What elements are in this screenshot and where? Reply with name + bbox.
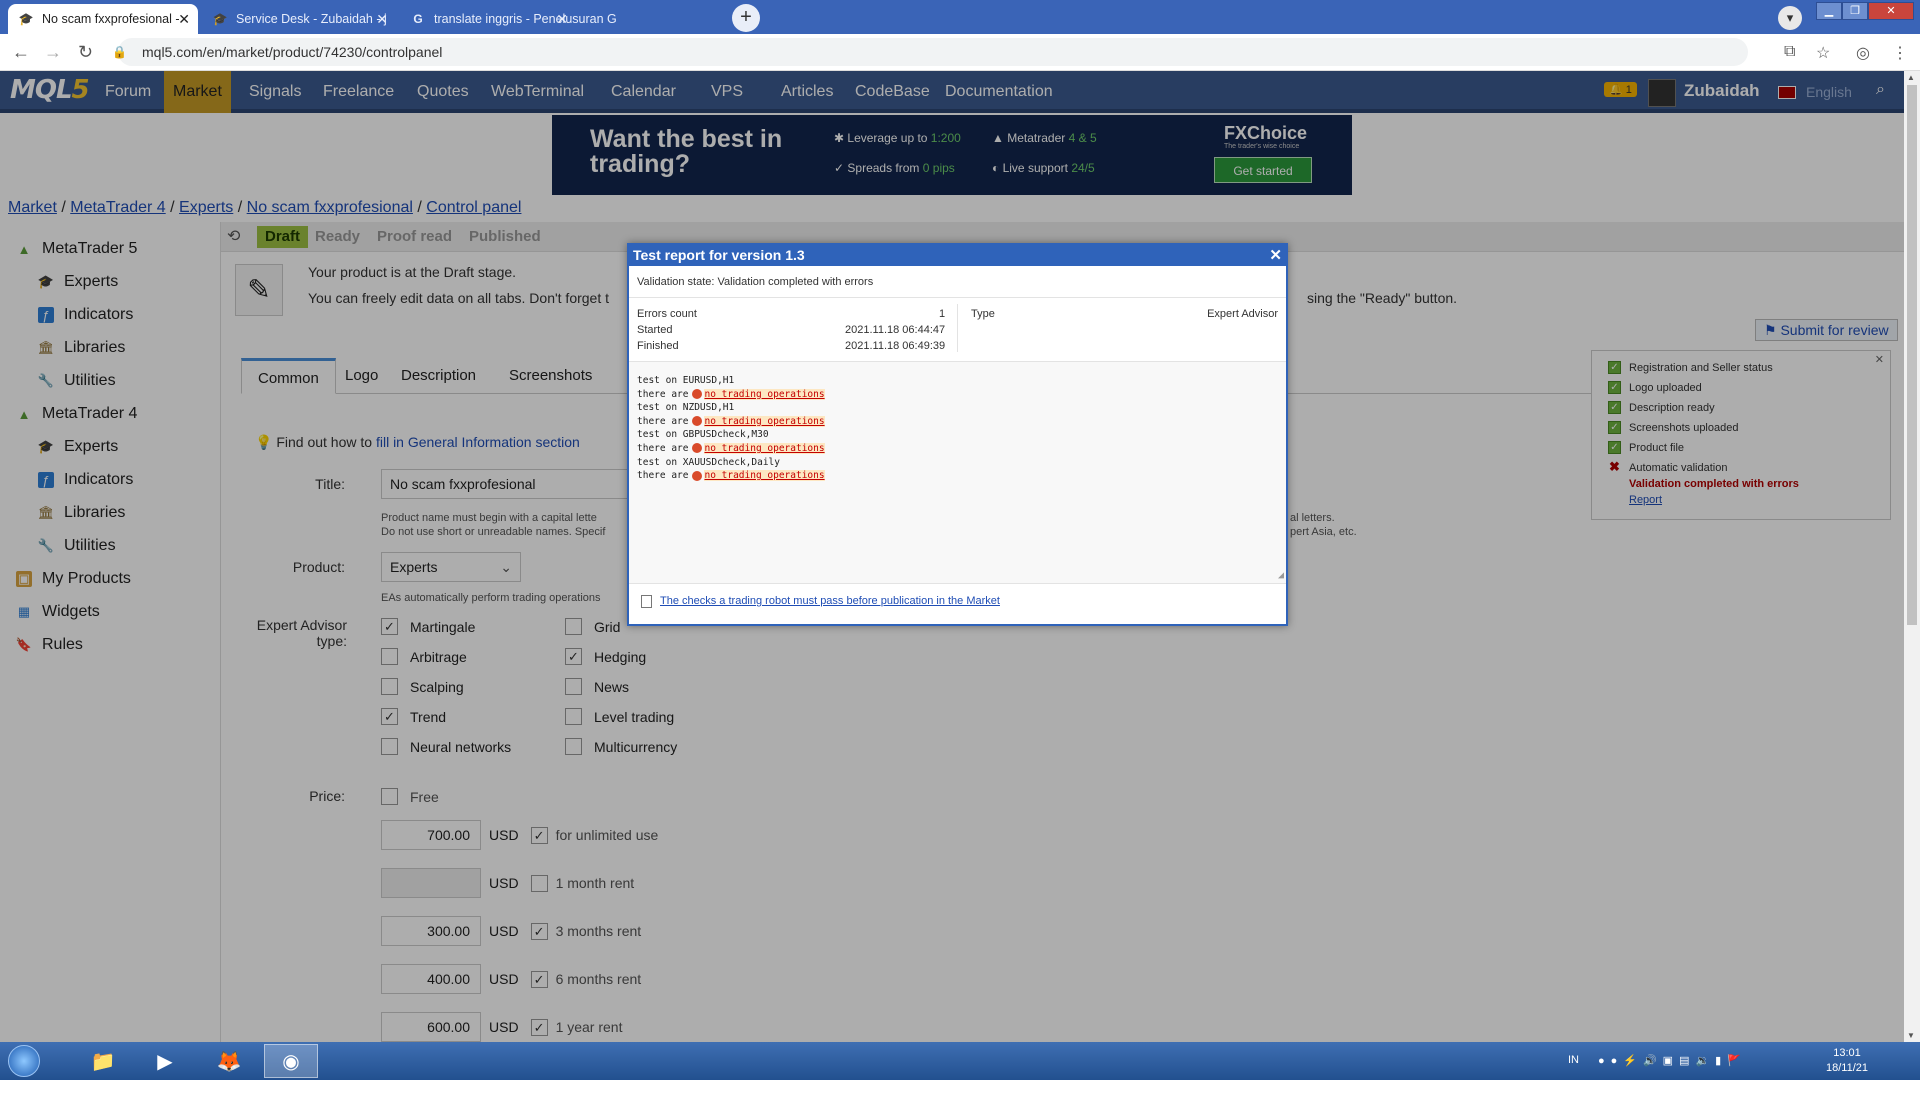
- resize-handle-icon[interactable]: ◢: [1278, 569, 1284, 583]
- google-icon: G: [413, 12, 423, 26]
- file-explorer-icon[interactable]: 📁: [76, 1044, 130, 1078]
- browser-tab-strip: 🎓 No scam fxxprofesional - MQL5 M ✕ 🎓 Se…: [0, 0, 1920, 34]
- mql5-favicon-icon: 🎓: [18, 12, 34, 26]
- tab-title: Service Desk - Zubaidah - jianto: [236, 12, 386, 26]
- taskbar: 📁 ▶ 🦊 ◉ IN ●●⚡🔊▣▤🔉▮🚩 13:01 18/11/21: [0, 1042, 1920, 1080]
- bottom-margin: [0, 1080, 1920, 1110]
- finished-value: 2021.11.18 06:49:39: [845, 340, 946, 352]
- mql5-favicon-icon: 🎓: [212, 12, 228, 26]
- url-field[interactable]: 🔒 mql5.com/en/market/product/74230/contr…: [112, 38, 1748, 66]
- close-tab-icon[interactable]: ✕: [556, 11, 568, 28]
- report-info: Errors count 1 Started 2021.11.18 06:44:…: [629, 298, 1286, 362]
- divider: [957, 304, 958, 352]
- media-player-icon[interactable]: ▶: [138, 1044, 192, 1078]
- menu-dots-icon[interactable]: ⋮: [1892, 43, 1908, 63]
- log-there-are: there are: [637, 470, 689, 482]
- clock-time: 13:01: [1833, 1047, 1861, 1059]
- log-there-are: there are: [637, 388, 689, 400]
- firefox-icon[interactable]: 🦊: [202, 1044, 256, 1078]
- close-tab-icon[interactable]: ✕: [178, 11, 190, 28]
- dialog-header: Test report for version 1.3 ✕: [629, 245, 1286, 266]
- document-icon: [641, 594, 652, 608]
- input-language[interactable]: IN: [1568, 1054, 1579, 1066]
- start-button[interactable]: [8, 1045, 40, 1077]
- error-link[interactable]: no trading operations: [704, 415, 825, 427]
- scroll-up-icon[interactable]: ▲: [1907, 73, 1915, 82]
- forward-icon[interactable]: →: [44, 42, 62, 63]
- chrome-icon[interactable]: ◉: [264, 1044, 318, 1078]
- log-error-line: there are no trading operations: [637, 469, 1278, 483]
- tab-mql5[interactable]: 🎓 No scam fxxprofesional - MQL5 M ✕: [8, 4, 198, 34]
- log-there-are: there are: [637, 442, 689, 454]
- errors-value: 1: [939, 308, 946, 320]
- dialog-title: Test report for version 1.3: [633, 247, 805, 263]
- lock-icon: 🔒: [112, 45, 127, 59]
- log-test-line: test on NZDUSD,H1: [637, 402, 735, 414]
- finished-label: Finished: [637, 340, 679, 352]
- back-icon[interactable]: ←: [12, 42, 30, 63]
- new-tab-button[interactable]: +: [732, 4, 760, 32]
- error-link[interactable]: no trading operations: [704, 388, 825, 400]
- type-label: Type: [971, 308, 995, 320]
- tab-google-search[interactable]: G translate inggris - Penelusuran G ✕: [400, 4, 722, 34]
- log-test-line: test on GBPUSDcheck,M30: [637, 429, 769, 441]
- log-error-line: there are no trading operations: [637, 388, 1278, 402]
- bookmark-star-icon[interactable]: ☆: [1816, 43, 1830, 63]
- translate-icon[interactable]: ⧉: [1784, 43, 1795, 61]
- address-bar: ← → ↻ 🔒 mql5.com/en/market/product/74230…: [0, 34, 1920, 71]
- url-text: mql5.com/en/market/product/74230/control…: [142, 44, 443, 60]
- close-window-button[interactable]: ✕: [1868, 2, 1914, 20]
- error-link[interactable]: no trading operations: [704, 470, 825, 482]
- validation-state: Validation state: Validation completed w…: [629, 266, 1286, 298]
- error-bug-icon: [692, 470, 703, 481]
- test-log: test on EURUSD,H1 there are no trading ope…: [629, 362, 1286, 584]
- test-report-dialog: Test report for version 1.3 ✕ Validation…: [627, 243, 1288, 626]
- scrollbar[interactable]: ▲ ▼: [1904, 71, 1920, 1042]
- system-tray-icons[interactable]: ●●⚡🔊▣▤🔉▮🚩: [1598, 1054, 1747, 1067]
- tab-service-desk[interactable]: 🎓 Service Desk - Zubaidah - jianto ✕: [202, 4, 396, 34]
- error-bug-icon: [692, 416, 703, 427]
- minimize-button[interactable]: ▁: [1816, 2, 1842, 20]
- log-test-line: test on XAUUSDcheck,Daily: [637, 456, 780, 468]
- error-link[interactable]: no trading operations: [704, 442, 825, 454]
- close-icon[interactable]: ✕: [1269, 245, 1282, 266]
- started-value: 2021.11.18 06:44:47: [845, 324, 946, 336]
- log-test-line: test on EURUSD,H1: [637, 375, 735, 386]
- restore-button[interactable]: ❐: [1842, 2, 1868, 20]
- type-value: Expert Advisor: [1207, 308, 1278, 320]
- profile-icon[interactable]: ▾: [1778, 6, 1802, 30]
- reload-icon[interactable]: ↻: [78, 42, 93, 63]
- log-error-line: there are no trading operations: [637, 442, 1278, 456]
- scroll-down-icon[interactable]: ▼: [1907, 1031, 1915, 1040]
- tab-title: No scam fxxprofesional - MQL5 M: [42, 12, 180, 26]
- extension-icon[interactable]: ◎: [1856, 43, 1870, 63]
- close-tab-icon[interactable]: ✕: [376, 11, 388, 28]
- errors-label: Errors count: [637, 308, 697, 320]
- error-bug-icon: [692, 389, 703, 400]
- started-label: Started: [637, 324, 673, 336]
- screen: 🎓 No scam fxxprofesional - MQL5 M ✕ 🎓 Se…: [0, 0, 1920, 1080]
- error-bug-icon: [692, 443, 703, 454]
- clock-date: 18/11/21: [1826, 1062, 1869, 1074]
- log-error-line: there are no trading operations: [637, 415, 1278, 429]
- checks-link[interactable]: The checks a trading robot must pass bef…: [660, 595, 1000, 607]
- tab-title: translate inggris - Penelusuran G: [434, 12, 617, 26]
- scrollbar-thumb[interactable]: [1907, 85, 1917, 625]
- clock[interactable]: 13:01 18/11/21: [1826, 1046, 1868, 1076]
- dialog-footer: The checks a trading robot must pass bef…: [629, 584, 1286, 618]
- log-there-are: there are: [637, 415, 689, 427]
